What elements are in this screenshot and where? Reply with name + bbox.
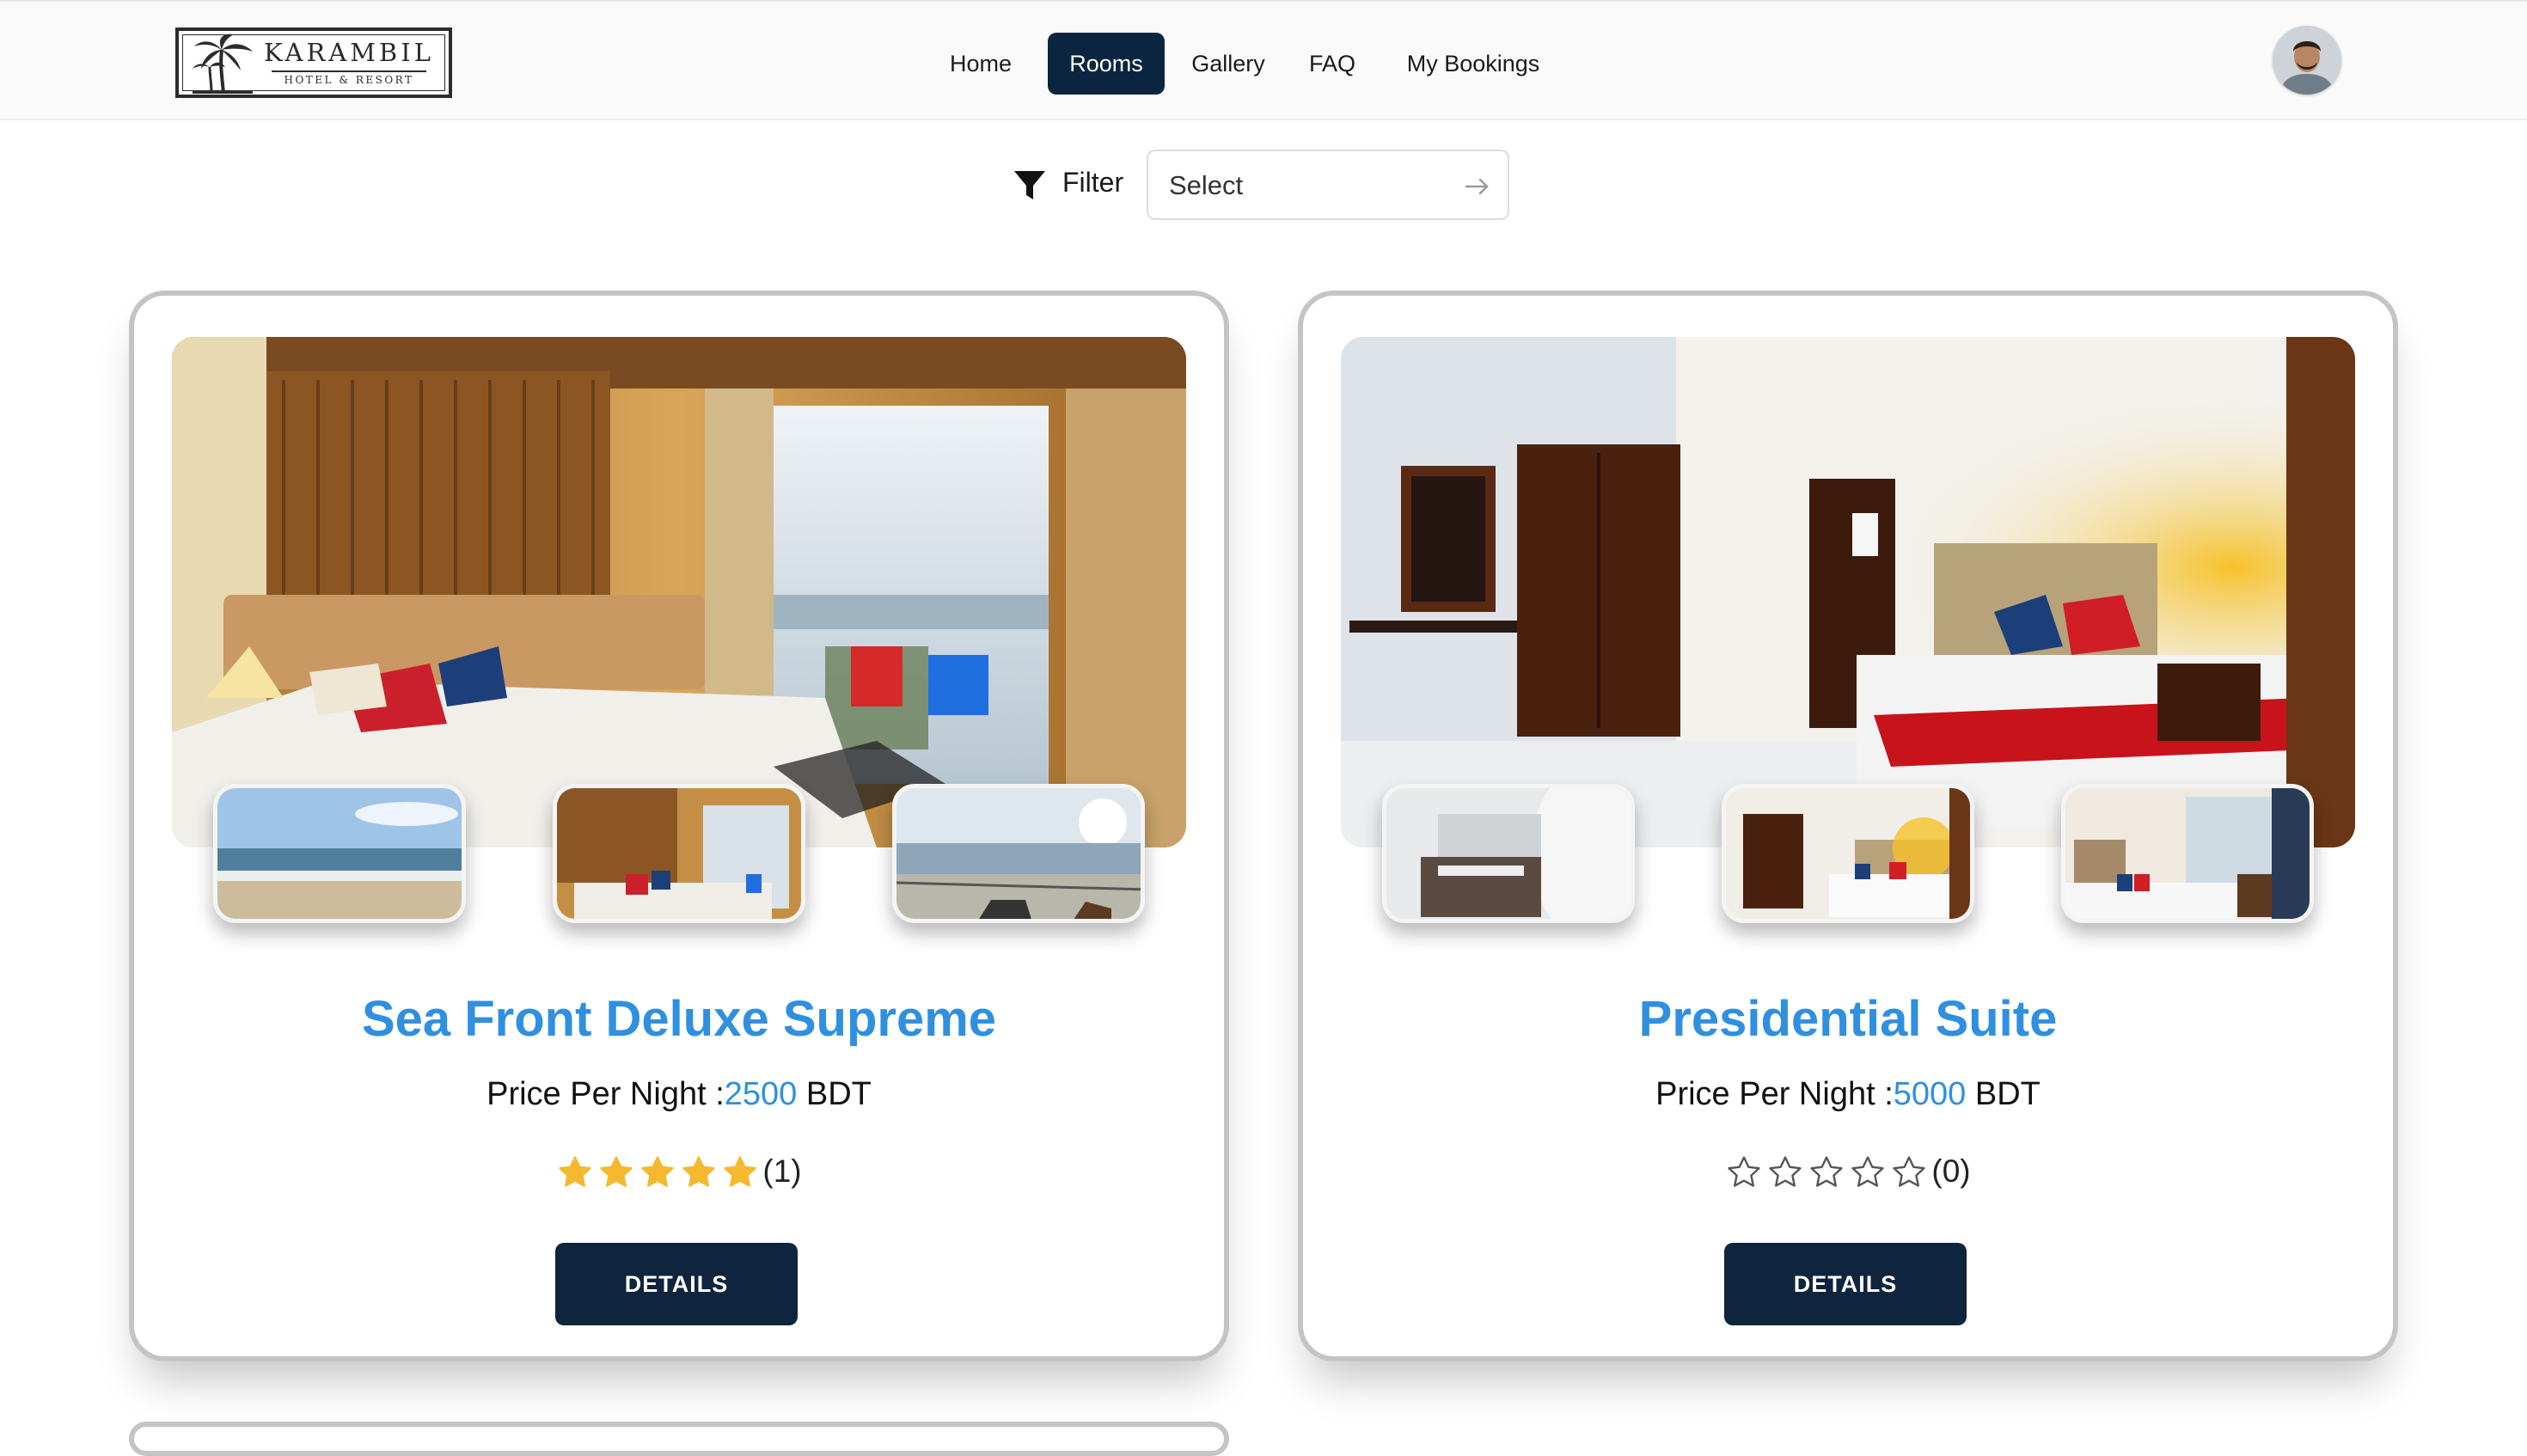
room-title[interactable]: Sea Front Deluxe Supreme	[134, 990, 1224, 1048]
room-main-image[interactable]	[1341, 337, 2355, 847]
brand-tagline: HOTEL & RESORT	[284, 74, 414, 86]
rating-count: (1)	[762, 1153, 802, 1190]
room-card: Sea Front Deluxe Supreme Price Per Night…	[129, 291, 1229, 1361]
star-empty-icon	[1810, 1156, 1843, 1187]
bedroom-photo	[557, 788, 801, 919]
details-button[interactable]: DETAILS	[555, 1243, 798, 1325]
room-price: Price Per Night :2500 BDT	[134, 1076, 1224, 1113]
brand-logo[interactable]: KARAMBIL HOTEL & RESORT	[175, 28, 452, 98]
nav-faq[interactable]: FAQ	[1288, 33, 1377, 95]
room-price: Price Per Night :5000 BDT	[1303, 1076, 2393, 1113]
arrow-right-icon	[1465, 178, 1489, 195]
star-filled-icon	[641, 1156, 674, 1187]
rating-stars	[556, 1153, 762, 1191]
suite-photo	[1726, 788, 1970, 919]
rating-count: (0)	[1931, 1153, 1971, 1190]
bedroom-photo	[172, 337, 1186, 847]
navbar: KARAMBIL HOTEL & RESORT Home Rooms Galle…	[0, 0, 2527, 120]
filter-icon[interactable]	[1013, 168, 1047, 203]
room-rating: (1)	[134, 1152, 1224, 1191]
balcony-sea-photo	[896, 788, 1141, 919]
star-filled-icon	[724, 1156, 756, 1187]
nav-gallery[interactable]: Gallery	[1178, 33, 1279, 95]
price-label: Price Per Night :	[486, 1076, 725, 1112]
rating-stars	[1725, 1153, 1931, 1191]
user-avatar[interactable]	[2273, 26, 2341, 95]
user-photo-icon	[2273, 26, 2341, 95]
room-card: Presidential Suite Price Per Night :5000…	[1298, 291, 2398, 1361]
filter-label: Filter	[1062, 167, 1124, 198]
bathroom-photo	[1386, 788, 1631, 919]
room-thumbnail[interactable]	[213, 784, 466, 923]
price-amount: 2500	[724, 1076, 798, 1112]
star-filled-icon	[682, 1156, 715, 1187]
room-thumbnail[interactable]	[553, 784, 805, 923]
nav-rooms[interactable]: Rooms	[1048, 33, 1165, 95]
star-filled-icon	[600, 1156, 633, 1187]
room-main-image[interactable]	[172, 337, 1186, 847]
star-empty-icon	[1728, 1156, 1760, 1187]
star-empty-icon	[1851, 1156, 1884, 1187]
room-thumbnail[interactable]	[892, 784, 1145, 923]
filter-select-value: Select	[1169, 170, 1244, 200]
room-thumbnail[interactable]	[2061, 784, 2314, 923]
price-currency: BDT	[805, 1076, 872, 1112]
beach-photo	[217, 788, 462, 919]
star-empty-icon	[1769, 1156, 1802, 1187]
room-thumbnail[interactable]	[1722, 784, 1974, 923]
brand-name: KARAMBIL	[264, 38, 434, 67]
suite-photo	[1341, 337, 2355, 847]
room-title[interactable]: Presidential Suite	[1303, 990, 2393, 1048]
room-thumbnail[interactable]	[1382, 784, 1635, 923]
filter-select[interactable]: Select	[1147, 150, 1509, 220]
price-amount: 5000	[1893, 1076, 1967, 1112]
room-rating: (0)	[1303, 1152, 2393, 1191]
details-button[interactable]: DETAILS	[1724, 1243, 1967, 1325]
price-currency: BDT	[1974, 1076, 2041, 1112]
palm-tree-icon	[193, 34, 253, 94]
price-label: Price Per Night :	[1655, 1076, 1894, 1112]
star-filled-icon	[559, 1156, 591, 1187]
nav-home[interactable]: Home	[928, 33, 1033, 95]
nav-my-bookings[interactable]: My Bookings	[1389, 33, 1557, 95]
star-empty-icon	[1893, 1156, 1925, 1187]
room-card-partial	[129, 1422, 1229, 1456]
suite-living-photo	[2065, 788, 2310, 919]
